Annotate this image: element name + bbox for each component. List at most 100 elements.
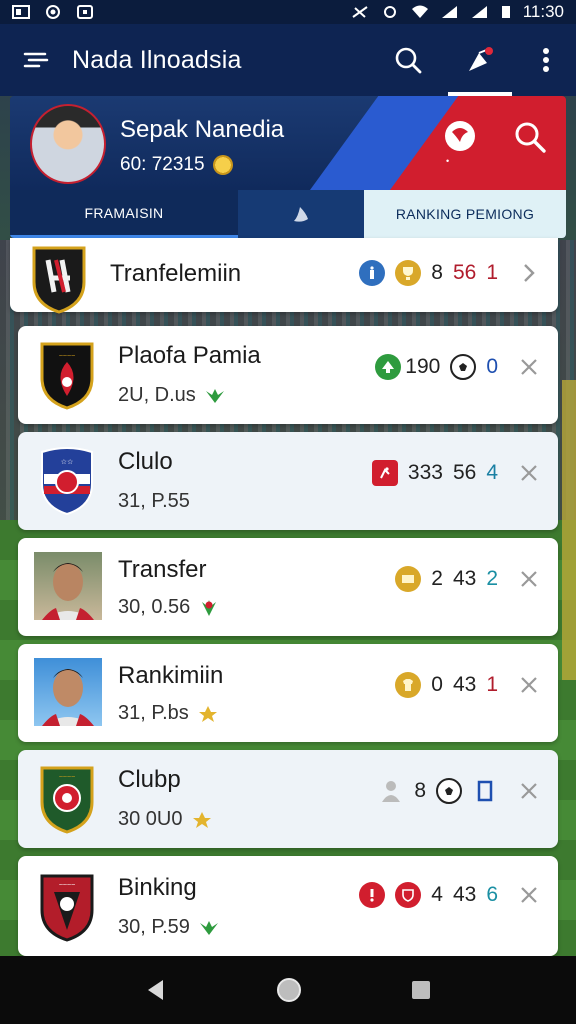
close-icon[interactable] — [516, 778, 542, 804]
tab-middle[interactable] — [238, 190, 364, 238]
list-item-name: Clulo — [118, 448, 173, 475]
list-item[interactable]: Tranfelemiin 8 56 1 — [10, 238, 558, 314]
svg-text:~~~~: ~~~~ — [59, 774, 75, 781]
star-badge-icon — [198, 705, 217, 722]
stat-value: 333 — [407, 461, 443, 484]
stat-value: 4 — [431, 883, 443, 906]
stat-value: 56 — [452, 261, 477, 284]
up-arrow-icon — [375, 354, 402, 380]
avatar[interactable] — [30, 104, 106, 184]
stat-value: 0 — [431, 673, 443, 696]
list-item-sub: 31, P.55 — [118, 490, 190, 512]
svg-text:~~~~: ~~~~ — [59, 353, 75, 360]
club-crest-icon: ~~~~ — [40, 874, 94, 942]
data-saver-icon — [383, 6, 396, 18]
list-item[interactable]: ~~~~ Plaofa Pamia 2U, D.us 190 0 — [18, 326, 558, 424]
close-icon[interactable] — [516, 566, 542, 592]
stat-value: 6 — [486, 883, 498, 906]
badge-icon — [205, 388, 224, 403]
red-card-icon — [371, 460, 398, 486]
person-icon — [378, 778, 404, 804]
list-item-sub: 30, 0.56 — [118, 596, 191, 618]
boot-icon — [294, 207, 308, 222]
app-bar: Nada Ilnoadsia — [0, 24, 576, 96]
stat-value: 43 — [452, 883, 477, 906]
system-nav-bar — [0, 956, 576, 1024]
coin-icon — [212, 155, 233, 175]
club-crest-icon: ~~~~ — [40, 766, 94, 834]
status-bar: 11:30 — [0, 0, 576, 24]
tab-ranking[interactable]: RANKING PEMIONG — [364, 190, 566, 238]
recents-icon[interactable] — [409, 978, 433, 1002]
stat-value: 1 — [486, 673, 498, 696]
list-item-name: Transfer — [118, 556, 207, 583]
ticket-icon — [395, 566, 422, 592]
signal-icon — [441, 6, 457, 18]
rose-icon — [202, 599, 217, 616]
home-icon[interactable] — [275, 976, 303, 1004]
mute-icon — [352, 6, 368, 18]
list-item[interactable]: ~~~~ Binking 30, P.59 4 43 6 — [18, 856, 558, 956]
header-tabs: FRAMAISIN RANKING PEMIONG — [10, 190, 566, 238]
stat-value: 2 — [431, 567, 443, 590]
trophy-icon — [395, 260, 422, 286]
list-item-sub: 30, P.59 — [118, 916, 190, 938]
svg-text:•: • — [446, 156, 449, 166]
notifications-button[interactable] — [444, 24, 516, 96]
stat-value: 0 — [486, 355, 498, 378]
back-icon[interactable] — [143, 977, 169, 1003]
app-title: Nada Ilnoadsia — [72, 45, 242, 74]
close-icon[interactable] — [516, 460, 542, 486]
star-badge-icon — [192, 811, 211, 828]
stat-value: 56 — [452, 461, 477, 484]
list-item[interactable]: ☆☆ Clulo 31, P.55 333 56 4 — [18, 432, 558, 530]
stat-value: 2 — [486, 567, 498, 590]
list-item-name: Rankimiin — [118, 662, 224, 689]
signal-icon-2 — [471, 6, 487, 18]
chevron-right-icon[interactable] — [516, 260, 542, 286]
stat-value: 4 — [486, 461, 498, 484]
stat-value: 190 — [405, 355, 441, 378]
list-item[interactable]: ~~~~ Clubp 30 0U0 8 — [18, 750, 558, 848]
chat-ball-icon[interactable]: • — [440, 118, 480, 166]
stat-value: 43 — [452, 673, 477, 696]
jersey-icon — [395, 672, 422, 698]
status-time: 11:30 — [522, 2, 564, 21]
alert-icon — [359, 882, 386, 908]
club-crest-icon: ~~~~ — [40, 342, 94, 410]
ball-icon — [450, 354, 477, 380]
header-search-icon[interactable] — [510, 118, 550, 158]
stat-value: 43 — [452, 567, 477, 590]
list-item[interactable]: Transfer 30, 0.56 2 43 2 — [18, 538, 558, 636]
search-button[interactable] — [372, 24, 444, 96]
stadium-edge — [562, 380, 576, 680]
notification-icon — [77, 5, 93, 19]
whistle-icon — [469, 47, 493, 71]
record-icon — [46, 5, 60, 19]
list-item-sub: 31, P.bs — [118, 702, 189, 724]
list-item[interactable]: Rankimiin 31, P.bs 0 43 1 — [18, 644, 558, 742]
menu-icon — [23, 52, 49, 68]
profile-header: Sepak Nanedia 60: 72315 • FRAMAISIN RANK… — [10, 96, 566, 238]
svg-text:~~~~: ~~~~ — [59, 882, 75, 889]
list-item-sub: 30 0U0 — [118, 808, 183, 830]
photo-icon — [12, 5, 30, 19]
close-icon[interactable] — [516, 354, 542, 380]
menu-button[interactable] — [0, 24, 72, 96]
stat-value: 8 — [431, 261, 443, 284]
profile-score-value: 60: 72315 — [120, 154, 205, 175]
battery-icon — [501, 6, 510, 18]
close-icon[interactable] — [516, 672, 542, 698]
tab-framaisin[interactable]: FRAMAISIN — [10, 190, 238, 238]
more-options-button[interactable] — [516, 24, 576, 96]
more-vertical-icon — [543, 48, 549, 72]
stat-value: 1 — [486, 261, 498, 284]
svg-text:☆☆: ☆☆ — [61, 458, 74, 466]
search-icon — [395, 47, 422, 74]
club-crest-icon — [32, 246, 86, 314]
player-photo — [34, 552, 102, 620]
club-crest-icon: ☆☆ — [41, 447, 93, 516]
list-item-name: Plaofa Pamia — [118, 342, 261, 369]
close-icon[interactable] — [516, 882, 542, 908]
profile-score: 60: 72315 — [120, 154, 233, 176]
